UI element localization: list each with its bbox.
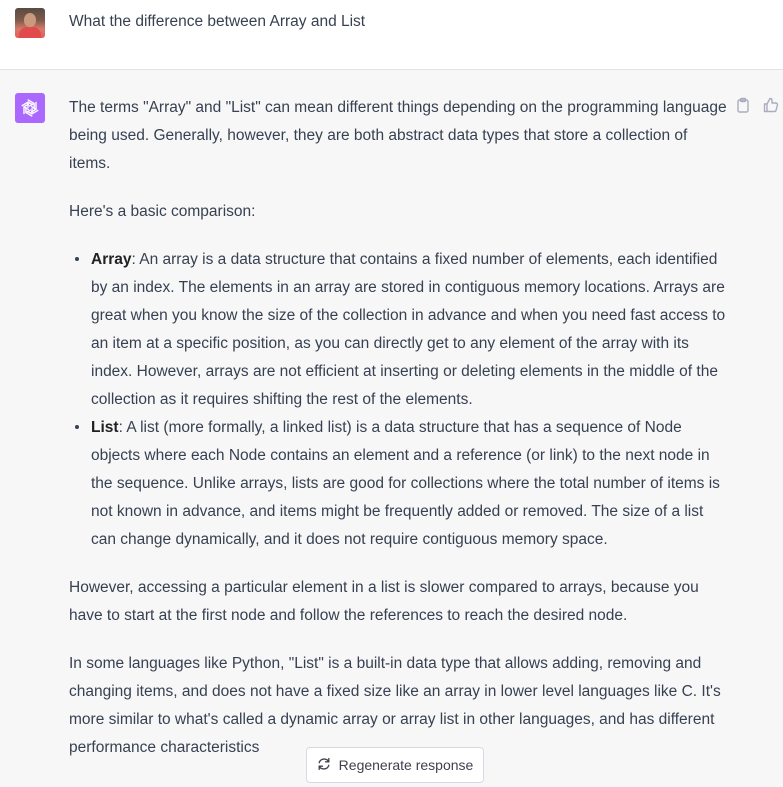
message-actions xyxy=(735,97,779,113)
bullet-term: Array xyxy=(91,251,132,268)
assistant-logo-icon xyxy=(15,93,45,123)
regenerate-response-button[interactable]: Regenerate response xyxy=(306,747,484,783)
comparison-list: Array: An array is a data structure that… xyxy=(69,246,729,554)
python-note-paragraph: In some languages like Python, "List" is… xyxy=(69,655,721,756)
refresh-icon xyxy=(317,757,331,774)
bullet-text: : An array is a data structure that cont… xyxy=(91,251,726,408)
user-message-text: What the difference between Array and Li… xyxy=(69,13,366,30)
assistant-message: The terms "Array" and "List" can mean di… xyxy=(69,94,729,782)
comparison-lead: Here's a basic comparison: xyxy=(69,203,256,220)
thumbs-up-icon[interactable] xyxy=(763,97,779,113)
user-avatar xyxy=(15,8,45,38)
user-message-row: What the difference between Array and Li… xyxy=(0,0,783,70)
list-item: Array: An array is a data structure that… xyxy=(75,246,729,414)
clipboard-icon[interactable] xyxy=(735,97,751,113)
bullet-text: : A list (more formally, a linked list) … xyxy=(91,419,720,548)
list-item: List: A list (more formally, a linked li… xyxy=(75,414,729,554)
intro-paragraph: The terms "Array" and "List" can mean di… xyxy=(69,99,727,172)
regenerate-label: Regenerate response xyxy=(338,757,474,773)
access-note-paragraph: However, accessing a particular element … xyxy=(69,579,699,624)
bullet-term: List xyxy=(91,419,119,436)
